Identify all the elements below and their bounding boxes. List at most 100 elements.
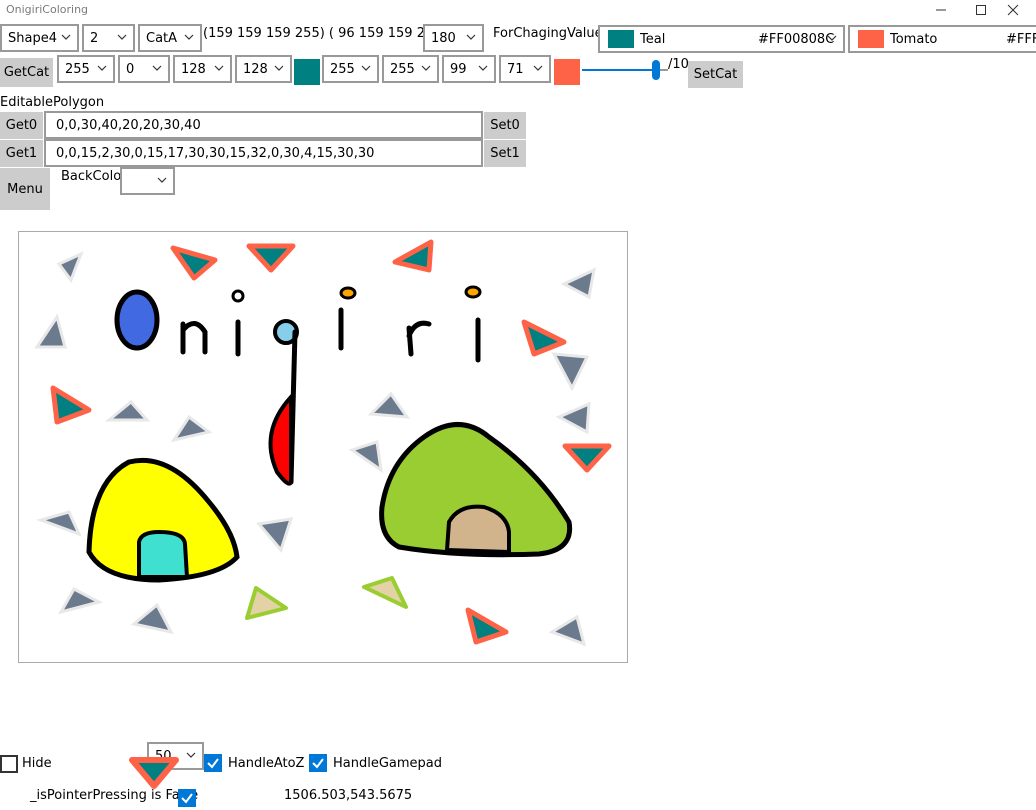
for-changing-label: ForChagingValues (493, 26, 610, 41)
drawing-canvas[interactable] (18, 231, 628, 663)
set0-button[interactable]: Set0 (484, 112, 526, 139)
gray-triangle (34, 313, 67, 349)
canvas-drawing (34, 239, 612, 647)
color2-preview (554, 59, 580, 85)
r2-select[interactable]: 255 (382, 55, 439, 83)
b2-value: 71 (507, 61, 524, 77)
chevron-down-icon (61, 34, 71, 40)
color2-hex: #FFFF (1006, 31, 1036, 47)
polygon0-input[interactable]: 0,0,30,40,20,20,30,40 (44, 111, 483, 139)
angle-value: 180 (431, 30, 456, 46)
coords-readout: 1506.503,543.5675 (284, 788, 413, 803)
check-icon (181, 793, 193, 804)
chevron-down-icon (157, 177, 167, 183)
teal-triangle (521, 319, 567, 357)
g1-select[interactable]: 128 (173, 55, 232, 83)
slider-label: /10 (668, 57, 689, 72)
yellow-onigiri-window (137, 529, 190, 579)
gray-triangle (551, 352, 590, 392)
hide-checkbox[interactable] (0, 755, 18, 773)
chevron-down-icon (361, 65, 371, 71)
b1-select[interactable]: 128 (235, 55, 292, 83)
beige-triangle (245, 586, 288, 620)
teal-triangle (170, 245, 218, 281)
color1-select[interactable]: Teal #FF00808C (598, 25, 845, 53)
chevron-down-icon (186, 752, 196, 758)
letter-n (180, 321, 208, 355)
a1-value: 255 (65, 61, 90, 77)
red-leaf (268, 391, 293, 486)
gray-triangle (57, 587, 104, 615)
close-button[interactable] (990, 0, 1036, 20)
handle-atoz-checkbox[interactable] (204, 754, 222, 772)
color1-swatch (608, 30, 634, 48)
gray-triangle (548, 614, 587, 647)
handle-gamepad-checkbox[interactable] (309, 754, 327, 772)
beige-triangles (245, 576, 408, 620)
maximize-icon (976, 5, 986, 15)
beige-triangle (362, 576, 408, 609)
green-onigiri-window (444, 504, 511, 555)
pointer-status: _isPointerPressing is False (30, 788, 199, 803)
gray-triangle (104, 399, 151, 422)
teal-triangle (392, 239, 434, 273)
count-select[interactable]: 2 (82, 24, 135, 52)
letter-i2-dot (339, 286, 357, 300)
angle-select[interactable]: 180 (423, 24, 484, 52)
color2-select[interactable]: Tomato #FFFF (848, 25, 1036, 53)
letter-o (114, 289, 160, 351)
a2-value: 255 (330, 61, 355, 77)
a2-select[interactable]: 255 (322, 55, 379, 83)
teal-triangle (246, 243, 296, 273)
color2-swatch (858, 30, 884, 48)
close-icon (1007, 4, 1019, 16)
menu-button[interactable]: Menu (0, 168, 50, 210)
letter-r (406, 320, 432, 357)
b2-select[interactable]: 71 (499, 55, 551, 83)
get0-button[interactable]: Get0 (0, 112, 43, 139)
shape-value: Shape4 (8, 30, 57, 46)
gray-triangle (560, 267, 597, 300)
g2-select[interactable]: 99 (442, 55, 496, 83)
set1-button[interactable]: Set1 (484, 140, 526, 167)
handle-atoz-label: HandleAtoZ (228, 756, 305, 771)
gray-triangle (555, 401, 591, 435)
cat-value: CatA (146, 30, 178, 46)
g2-value: 99 (450, 61, 467, 77)
backcolor-label: BackColor (61, 169, 127, 184)
gray-triangle (348, 440, 383, 474)
chevron-down-icon (478, 65, 488, 71)
handle-gamepad-label: HandleGamepad (333, 756, 443, 771)
slider-thumb[interactable] (652, 60, 661, 80)
chevron-down-icon (827, 35, 837, 41)
chevron-down-icon (117, 34, 127, 40)
get1-button[interactable]: Get1 (0, 140, 43, 167)
chevron-down-icon (184, 34, 194, 40)
a1-select[interactable]: 255 (57, 55, 115, 83)
gray-triangle (36, 510, 82, 537)
alpha-slider[interactable] (582, 60, 668, 80)
chevron-down-icon (466, 34, 476, 40)
chevron-down-icon (421, 65, 431, 71)
cat-select[interactable]: CatA (138, 24, 202, 52)
getcat-button[interactable]: GetCat (0, 58, 53, 87)
gray-triangle (367, 391, 411, 419)
b1-value: 128 (243, 61, 268, 77)
pointer-checkbox[interactable] (178, 789, 196, 807)
hide-label: Hide (22, 756, 52, 771)
r2-value: 255 (390, 61, 415, 77)
r1-select[interactable]: 0 (118, 55, 170, 83)
r1-value: 0 (126, 61, 135, 77)
color1-name: Teal (640, 31, 666, 47)
chevron-down-icon (533, 65, 543, 71)
check-icon (207, 758, 219, 769)
letter-i-dot (231, 289, 245, 303)
minimize-icon (936, 9, 946, 11)
teal-triangle (562, 443, 612, 473)
polygon1-input[interactable]: 0,0,15,2,30,0,15,17,30,30,15,32,0,30,4,1… (44, 139, 483, 167)
shape-select[interactable]: Shape4 (0, 24, 79, 52)
gray-triangle (56, 251, 84, 284)
color1-preview (294, 59, 320, 85)
setcat-button[interactable]: SetCat (688, 61, 743, 88)
backcolor-select[interactable] (120, 167, 175, 195)
